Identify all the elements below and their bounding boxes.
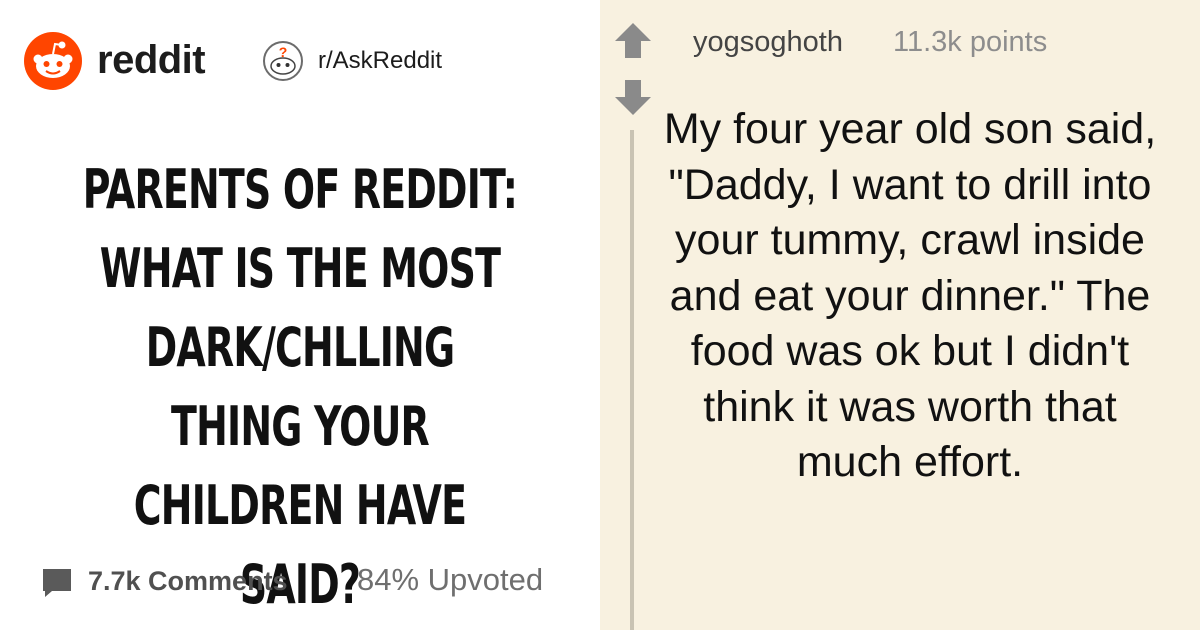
reddit-logo-icon[interactable] xyxy=(24,32,82,90)
comments-count[interactable]: 7.7k Comments xyxy=(88,566,288,597)
subreddit-name[interactable]: r/AskReddit xyxy=(318,47,442,75)
downvote-arrow-icon[interactable] xyxy=(612,76,654,118)
comment-points: 11.3k points xyxy=(893,26,1048,58)
askreddit-icon[interactable]: ? xyxy=(262,40,304,82)
upvoted-percent: 84% Upvoted xyxy=(357,562,544,597)
comment-username[interactable]: yogsoghoth xyxy=(693,26,843,59)
comment-thread-line[interactable] xyxy=(630,130,634,630)
post-panel: reddit ? r/AskReddit PARENTS OF REDDIT: … xyxy=(0,0,600,630)
svg-text:?: ? xyxy=(279,44,288,60)
upvote-arrow-icon[interactable] xyxy=(612,20,654,62)
comment-icon[interactable] xyxy=(40,566,74,600)
comment-body: My four year old son said, "Daddy, I wan… xyxy=(663,105,1157,486)
post-title[interactable]: PARENTS OF REDDIT: WHAT IS THE MOST DARK… xyxy=(82,150,519,624)
reddit-wordmark[interactable]: reddit xyxy=(97,38,206,83)
